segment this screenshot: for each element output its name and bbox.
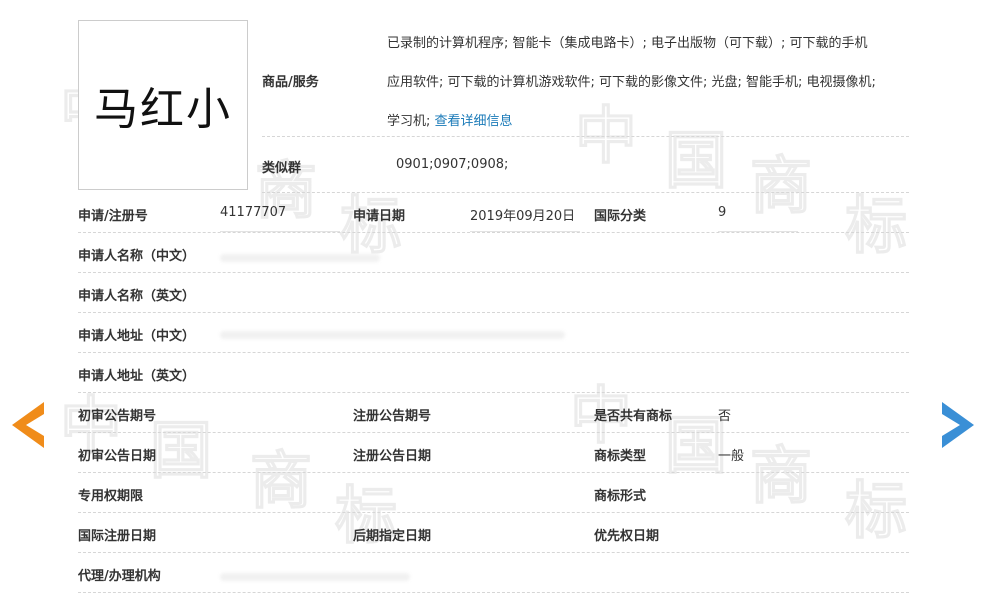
row-divider [78, 232, 909, 233]
watermark-char: 商 [749, 438, 813, 512]
reg-date-label: 注册公告日期 [353, 449, 432, 464]
watermark-char: 国 [149, 413, 213, 487]
shared-value: 否 [718, 409, 732, 424]
similar-group-label: 类似群 [262, 161, 302, 176]
row-divider [78, 592, 909, 593]
prev-arrow-icon[interactable] [10, 400, 46, 450]
row-divider [78, 312, 909, 313]
intl-class-value: 9 [718, 205, 727, 220]
address-en-label: 申请人地址（英文） [78, 369, 196, 384]
row-divider [262, 136, 909, 137]
goods-line: 学习机; 查看详细信息 [387, 110, 513, 129]
watermark-char: 商 [249, 443, 313, 517]
applicant-cn-label: 申请人名称（中文） [78, 249, 196, 264]
goods-label: 商品/服务 [262, 75, 319, 90]
row-divider [78, 512, 909, 513]
next-arrow-icon[interactable] [940, 400, 976, 450]
reg-no-value: 41177707 [220, 205, 287, 220]
redacted-value [220, 254, 380, 262]
watermark-char: 商 [749, 148, 813, 222]
reg-no-label: 申请/注册号 [78, 209, 148, 224]
priority-date-label: 优先权日期 [594, 529, 660, 544]
redacted-value [220, 331, 565, 339]
tm-form-label: 商标形式 [594, 489, 647, 504]
row-divider [78, 472, 909, 473]
row-divider [78, 392, 909, 393]
trademark-image: 马红小 [78, 20, 248, 190]
row-divider [78, 552, 909, 553]
reg-issue-label: 注册公告期号 [353, 409, 432, 424]
goods-line: 已录制的计算机程序; 智能卡（集成电路卡）; 电子出版物（可下载）; 可下载的手… [387, 36, 868, 51]
shared-label: 是否共有商标 [594, 409, 673, 424]
goods-line-text: 学习机; [387, 114, 431, 129]
apply-date-value: 2019年09月20日 [470, 209, 576, 224]
exclusive-period-label: 专用权期限 [78, 489, 144, 504]
address-cn-label: 申请人地址（中文） [78, 329, 196, 344]
watermark-char: 标 [844, 188, 908, 262]
prelim-date-label: 初审公告日期 [78, 449, 157, 464]
watermark-char: 中 [574, 98, 638, 172]
prelim-issue-label: 初审公告期号 [78, 409, 157, 424]
watermark-char: 国 [664, 123, 728, 197]
intl-class-label: 国际分类 [594, 209, 647, 224]
similar-group-value: 0901;0907;0908; [396, 157, 509, 172]
tm-type-value: 一般 [718, 449, 745, 464]
row-divider [78, 352, 909, 353]
trademark-image-text: 马红小 [94, 84, 232, 135]
agent-label: 代理/办理机构 [78, 569, 161, 584]
row-divider [78, 272, 909, 273]
later-designation-label: 后期指定日期 [353, 529, 432, 544]
applicant-en-label: 申请人名称（英文） [78, 289, 196, 304]
row-divider [78, 432, 909, 433]
row-divider [262, 192, 909, 193]
goods-line: 应用软件; 可下载的计算机游戏软件; 可下载的影像文件; 光盘; 智能手机; 电… [387, 75, 876, 90]
redacted-value [220, 573, 410, 581]
tm-type-label: 商标类型 [594, 449, 647, 464]
view-details-link[interactable]: 查看详细信息 [435, 114, 513, 129]
apply-date-label: 申请日期 [353, 209, 406, 224]
intl-reg-date-label: 国际注册日期 [78, 529, 157, 544]
watermark-char: 标 [844, 473, 908, 547]
